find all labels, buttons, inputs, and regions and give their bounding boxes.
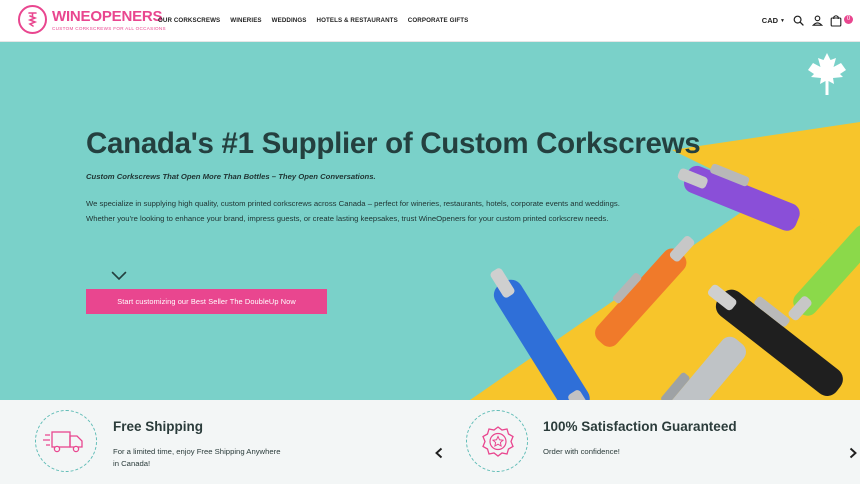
cta-button[interactable]: Start customizing our Best Seller The Do…: [86, 289, 327, 314]
search-icon[interactable]: [792, 15, 804, 27]
features-carousel: Free Shipping For a limited time, enjoy …: [0, 400, 860, 484]
feature-text-shipping: For a limited time, enjoy Free Shipping …: [113, 447, 281, 468]
maple-leaf-icon: [808, 53, 846, 95]
logo-tagline: CUSTOM CORKSCREWS FOR ALL OCCASIONS: [52, 25, 166, 31]
logo[interactable]: WINEOPENERS CUSTOM CORKSCREWS FOR ALL OC…: [18, 5, 166, 34]
cart-button[interactable]: 0: [830, 14, 853, 27]
award-badge-icon: [482, 426, 514, 457]
logo-corkscrew-icon: [18, 5, 47, 34]
currency-selector[interactable]: CAD ▼: [762, 16, 785, 25]
feature-title-satisfaction: 100% Satisfaction Guaranteed: [543, 419, 737, 434]
hero-title: Canada's #1 Supplier of Custom Corkscrew…: [86, 127, 701, 160]
nav-item-hotels-restaurants[interactable]: HOTELS & RESTAURANTS: [317, 17, 398, 24]
hero-description: We specialize in supplying high quality,…: [86, 199, 620, 223]
nav-item-weddings[interactable]: WEDDINGS: [272, 17, 307, 24]
nav-item-wineries[interactable]: WINERIES: [230, 17, 261, 24]
hero-subtitle: Custom Corkscrews That Open More Than Bo…: [86, 172, 376, 181]
header-tools: CAD ▼ 0: [762, 14, 853, 27]
cart-icon: [830, 15, 842, 27]
caret-down-icon: ▼: [780, 17, 785, 24]
logo-word-openers: OPENERS: [90, 7, 163, 25]
logo-word-wine: WINE: [52, 7, 91, 25]
hero-banner: Canada's #1 Supplier of Custom Corkscrew…: [0, 42, 860, 400]
nav-item-corporate-gifts[interactable]: CORPORATE GIFTS: [408, 17, 469, 24]
user-icon[interactable]: [811, 15, 823, 27]
feature-icon-shipping: [35, 410, 97, 472]
feature-icon-satisfaction: [466, 410, 528, 472]
chevron-left-icon[interactable]: [434, 447, 444, 459]
currency-label: CAD: [761, 16, 779, 25]
cart-count-badge: 0: [844, 15, 853, 24]
chevron-down-icon[interactable]: [111, 270, 127, 282]
nav-item-our-corkscrews[interactable]: OUR CORKSCREWS: [158, 17, 220, 24]
feature-title-shipping: Free Shipping: [113, 419, 204, 434]
logo-wordmark: WINEOPENERS: [52, 9, 166, 24]
main-nav: OUR CORKSCREWS WINERIES WEDDINGS HOTELS …: [158, 17, 468, 24]
site-header: WINEOPENERS CUSTOM CORKSCREWS FOR ALL OC…: [0, 0, 860, 42]
chevron-right-icon[interactable]: [848, 447, 858, 459]
feature-text-satisfaction: Order with confidence!: [543, 447, 620, 456]
delivery-truck-icon: [43, 431, 83, 453]
